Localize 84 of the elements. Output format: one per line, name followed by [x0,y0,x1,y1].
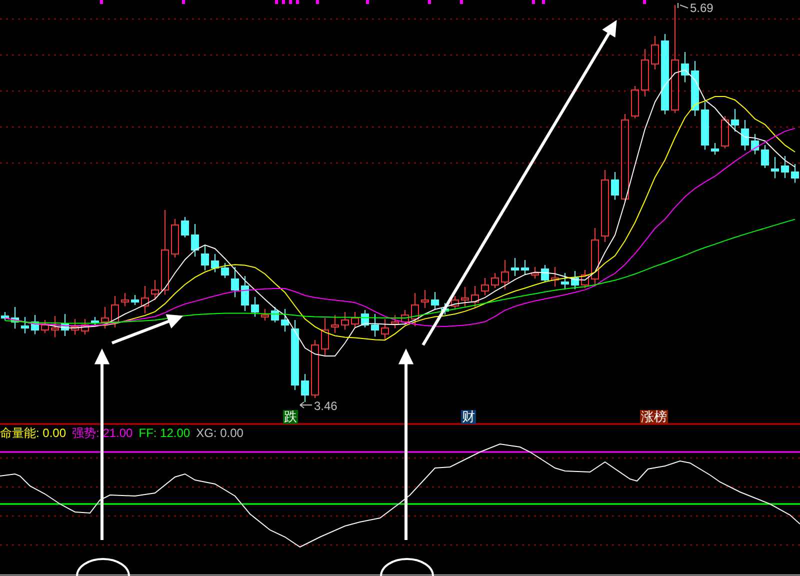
candlestick [181,216,189,238]
candlestick [711,142,719,156]
candlestick [511,258,519,276]
candlestick [401,310,409,326]
candlestick [301,374,309,402]
candlestick [381,318,389,340]
pointer-icon [678,2,688,8]
candlestick [291,320,299,390]
candlestick [761,144,769,168]
candlestick [571,270,579,290]
candlestick [351,312,359,328]
candlestick [781,156,789,178]
signal-tag: 涨榜 [640,410,668,424]
candlestick [121,292,129,307]
candlestick [321,318,329,357]
low-price-label: 3.46 [314,399,338,413]
candlestick [31,314,39,335]
candlestick [221,262,229,278]
candlestick [721,116,729,149]
candlestick [581,270,589,288]
candlestick [261,308,269,322]
candlestick [631,86,639,119]
candlestick [751,134,759,155]
candlestick [81,318,89,336]
candlestick [561,272,569,290]
candlestick [791,164,799,184]
candlestick [391,314,399,329]
candlestick [151,280,159,300]
candlestick [691,60,699,116]
indicator-value: XG: 0.00 [196,426,244,440]
candlestick [701,102,709,150]
candlestick [461,286,469,308]
candlestick [591,228,599,287]
candlestick [241,276,249,312]
candlestick [431,292,439,310]
candlestick [251,296,259,318]
candlestick [101,306,109,330]
candlestick [651,36,659,70]
pointer-icon [300,402,312,408]
candlestick [191,224,199,258]
candlestick [371,314,379,338]
candlestick [141,286,149,314]
candlestick [171,218,179,258]
candlestick [471,286,479,308]
candlestick [681,52,689,83]
candlestick [491,272,499,288]
signal-tag: 跌 [283,410,298,424]
candlestick [201,244,209,271]
candlestick [451,296,459,309]
candlestick [281,308,289,332]
indicator-value: 命量能: 0.00 [0,426,66,440]
candlestick [741,120,749,151]
arrow [110,314,182,344]
candlestick [231,266,239,298]
candlestick [481,278,489,296]
candlestick [501,260,509,290]
candlestick [641,48,649,98]
candlestick [11,306,19,330]
high-price-label: 5.69 [690,1,714,15]
candlestick [541,264,549,283]
candlestick [411,292,419,327]
candlestick [21,316,29,334]
signal-tag: 财 [461,410,476,424]
candlestick [551,266,559,288]
candlestick [211,254,219,273]
candlestick [361,310,369,328]
candlestick [331,314,339,334]
candlestick [271,306,279,323]
candlestick [131,294,139,306]
candlestick [41,320,49,334]
candlestick [61,314,69,336]
candlestick [51,316,59,338]
candlestick [421,290,429,308]
candlestick [531,266,539,280]
candlestick [111,296,119,328]
candlestick [71,318,79,336]
candlestick [611,172,619,200]
candlestick [771,156,779,179]
candlestick [1,312,9,321]
candlestick [731,108,739,132]
indicator-value: FF: 12.00 [138,426,190,440]
candlestick [311,340,319,398]
candlestick [341,312,349,330]
candlestick [521,260,529,276]
